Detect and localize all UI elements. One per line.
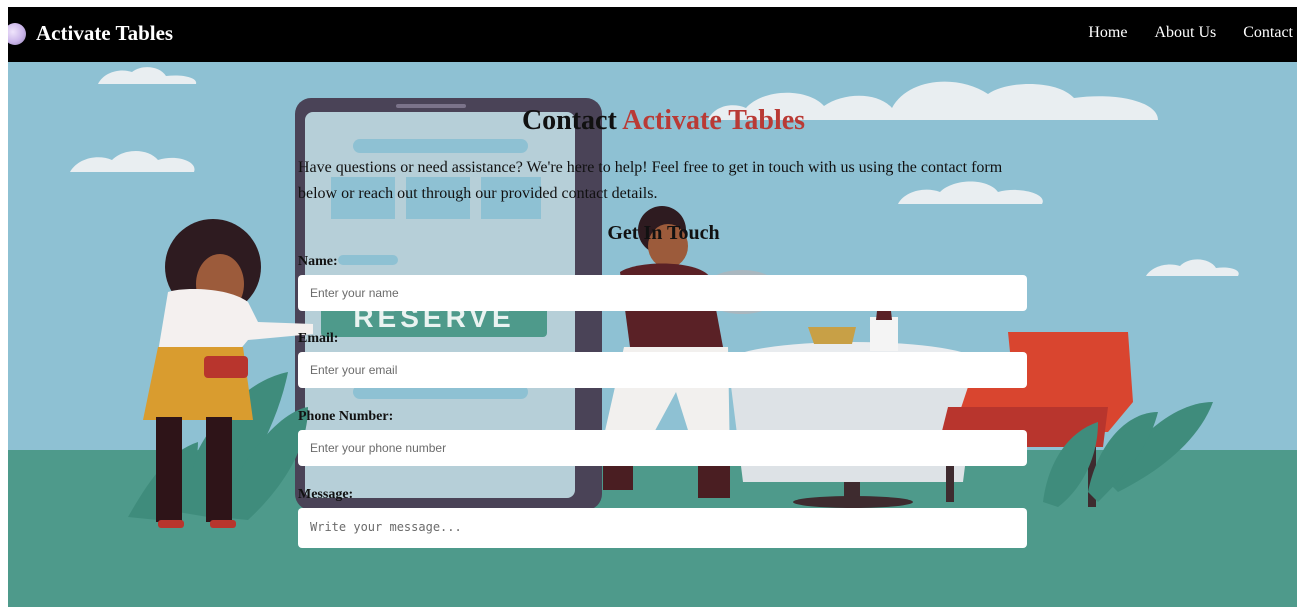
contact-content: Contact Activate Tables Have questions o… xyxy=(298,105,1029,548)
page-frame: Activate Tables Home About Us Contact RE… xyxy=(8,7,1297,607)
title-prefix: Contact xyxy=(521,105,617,136)
email-input[interactable] xyxy=(298,352,1027,388)
phone-input[interactable] xyxy=(298,430,1027,466)
intro-text: Have questions or need assistance? We're… xyxy=(298,159,1003,202)
brand[interactable]: Activate Tables xyxy=(8,21,173,46)
contact-form: Name: Email: Phone Number: Message: xyxy=(298,253,1029,548)
title-accent: Activate Tables xyxy=(622,105,806,136)
nav-link-contact[interactable]: Contact xyxy=(1243,24,1293,42)
form-heading: Get In Touch xyxy=(607,222,720,244)
name-input[interactable] xyxy=(298,275,1027,311)
brand-logo-icon xyxy=(8,22,26,45)
nav-links: Home About Us Contact xyxy=(1061,24,1297,42)
email-label: Email: xyxy=(298,331,339,346)
nav-link-home[interactable]: Home xyxy=(1088,24,1127,42)
name-label: Name: xyxy=(298,254,338,269)
brand-name[interactable]: Activate Tables xyxy=(36,21,173,46)
message-textarea[interactable] xyxy=(298,508,1027,548)
navbar: Activate Tables Home About Us Contact xyxy=(8,7,1297,62)
page-title: Contact Activate Tables xyxy=(298,105,1029,137)
nav-link-about-us[interactable]: About Us xyxy=(1154,24,1216,42)
phone-label: Phone Number: xyxy=(298,409,394,424)
message-label: Message: xyxy=(298,487,354,502)
